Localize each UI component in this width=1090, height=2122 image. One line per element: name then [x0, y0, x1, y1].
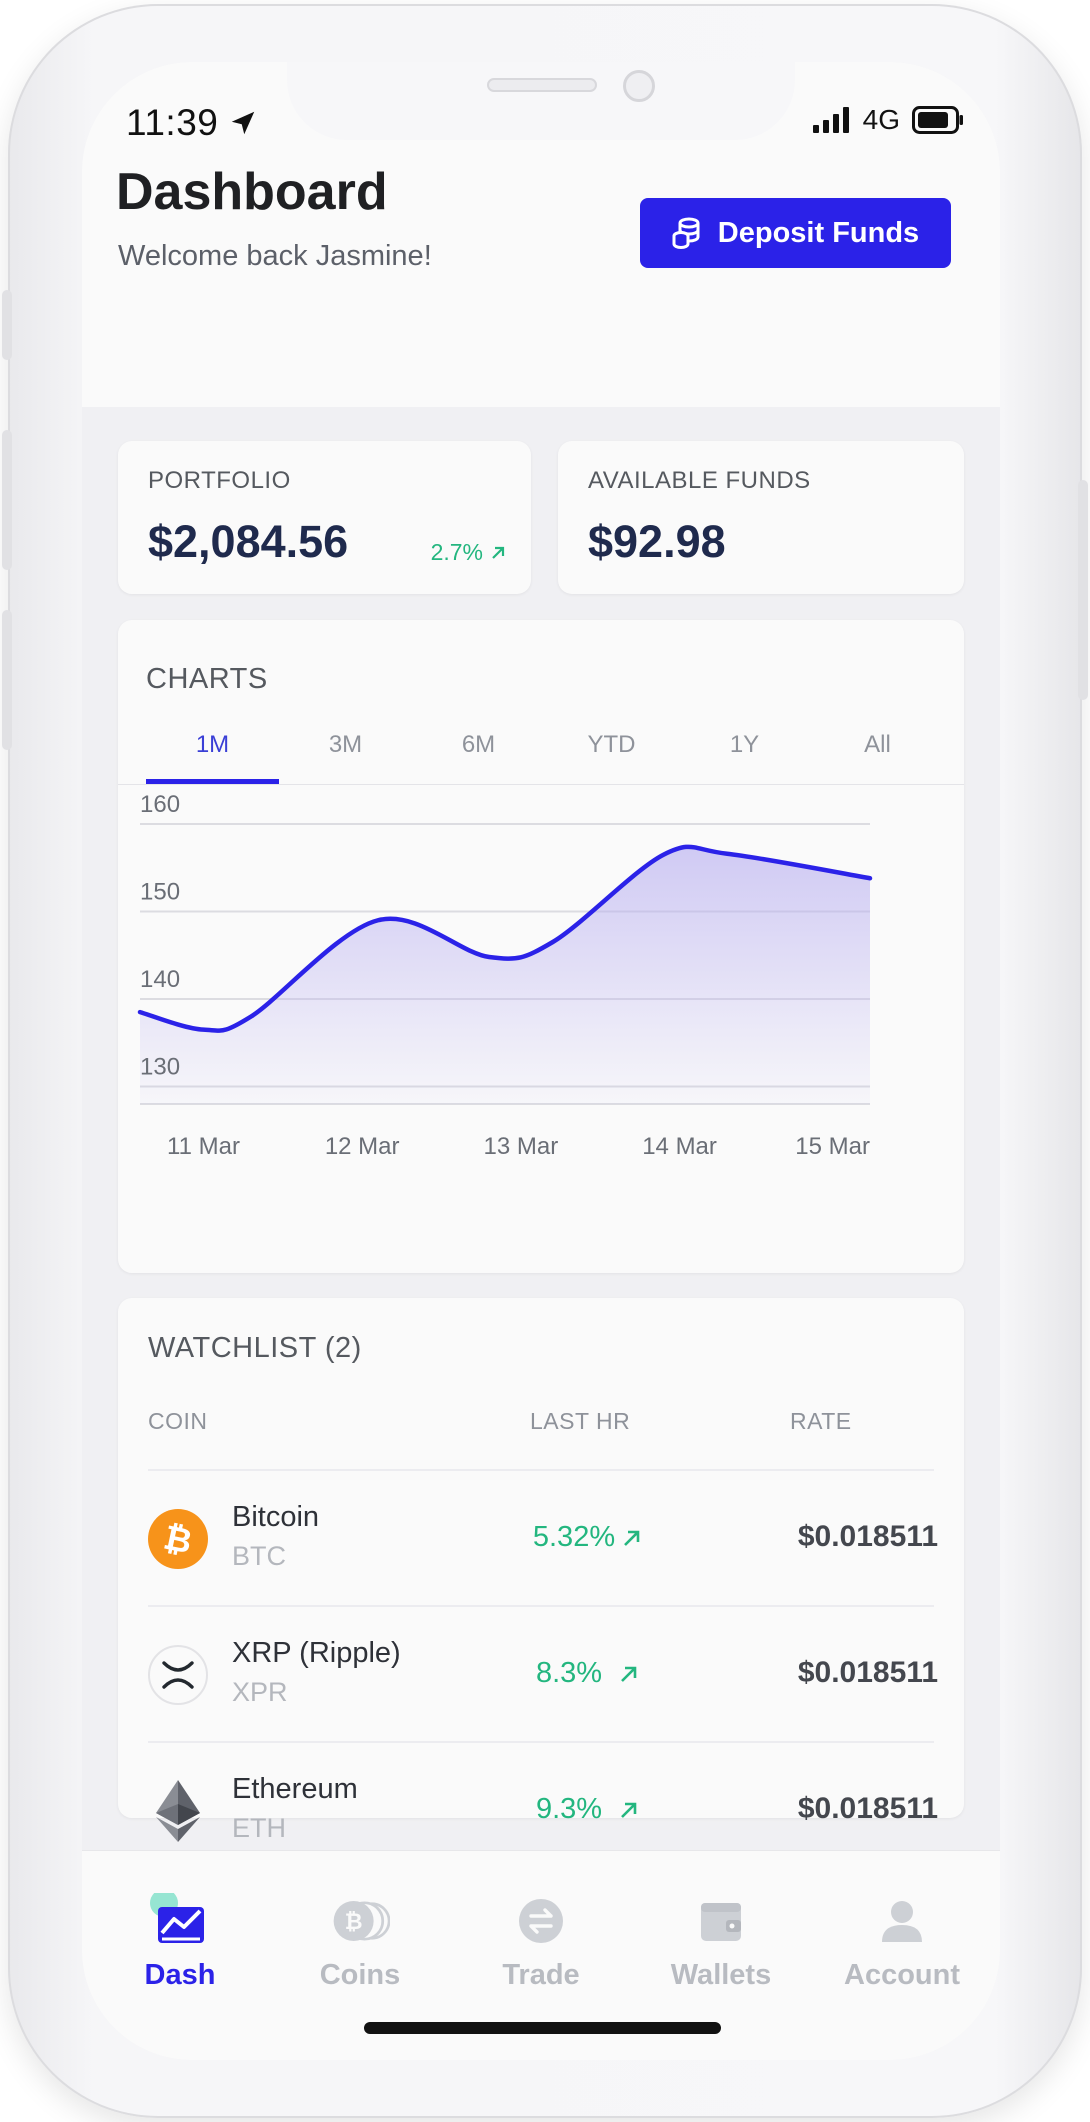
coin-change: 5.32%	[498, 1521, 678, 1554]
x-tick-label: 12 Mar	[325, 1133, 400, 1160]
tab-3m[interactable]: 3M	[279, 723, 412, 781]
ethereum-icon	[148, 1780, 208, 1842]
coin-symbol: XPR	[232, 1677, 288, 1707]
watchlist-card: WATCHLIST (2) COIN LAST HR RATE ₿ Bitcoi…	[118, 1298, 964, 1843]
nav-label-account: Account	[844, 1959, 960, 1991]
tab-6m[interactable]: 6M	[412, 723, 545, 781]
coin-rate: $0.018511	[797, 1656, 938, 1689]
coin-symbol: BTC	[232, 1541, 286, 1571]
side-button-left-3	[2, 610, 12, 750]
bitcoin-icon: ₿	[148, 1509, 208, 1569]
wallet-icon	[691, 1893, 751, 1949]
speaker-grille	[487, 78, 597, 92]
x-tick-label: 14 Mar	[642, 1133, 717, 1160]
nav-item-trade[interactable]: Trade	[461, 1893, 621, 1992]
deposit-funds-button[interactable]: Deposit Funds	[640, 198, 951, 268]
network-label: 4G	[862, 104, 900, 135]
y-tick-label: 150	[140, 879, 180, 906]
status-time: 11:39	[126, 102, 258, 144]
coin-change-text: 5.32%	[532, 1521, 616, 1553]
time-text: 11:39	[126, 102, 219, 143]
signal-icon	[812, 107, 849, 133]
y-tick-label: 160	[140, 791, 180, 818]
price-area	[140, 846, 870, 1104]
nav-label-wallets: Wallets	[670, 1959, 772, 1991]
account-icon	[872, 1893, 932, 1949]
trade-icon	[511, 1893, 571, 1949]
coin-symbol: ETH	[232, 1813, 286, 1843]
tab-all[interactable]: All	[811, 723, 944, 781]
arrow-up-right-icon	[621, 1666, 637, 1682]
xrp-icon	[148, 1645, 208, 1705]
coin-change: 8.3%	[498, 1657, 678, 1690]
dashboard-header: Dashboard Welcome back Jasmine! Deposit …	[82, 163, 1000, 407]
deposit-funds-label: Deposit Funds	[717, 216, 920, 249]
side-button-left-2	[2, 430, 12, 570]
available-funds-value: $92.98	[588, 516, 726, 567]
nav-item-account[interactable]: Account	[822, 1893, 982, 1992]
x-tick-label: 11 Mar	[167, 1133, 240, 1160]
nav-item-dash[interactable]: Dash	[100, 1893, 260, 1992]
nav-item-wallets[interactable]: Wallets	[641, 1893, 801, 1992]
column-header-coin: COIN	[148, 1408, 208, 1434]
app-screen: 11:39 4G Dashboard Welcome back Jasmine!…	[82, 62, 1000, 2060]
column-header-rate: RATE	[790, 1408, 852, 1434]
portfolio-change: 2.7%	[431, 539, 507, 566]
charts-card: CHARTS 1M 3M 6M YTD 1Y All 130 140 150 160 1…	[118, 620, 964, 1273]
chart-range-tabs: 1M 3M 6M YTD 1Y All	[146, 723, 944, 781]
home-indicator	[364, 2022, 721, 2034]
svg-text:₿: ₿	[160, 1518, 195, 1563]
x-tick-label: 13 Mar	[484, 1133, 559, 1160]
nav-label-dash: Dash	[144, 1959, 216, 1991]
side-button-right	[1078, 480, 1088, 700]
coin-rate: $0.018511	[797, 1792, 938, 1825]
svg-text:₿: ₿	[345, 1910, 363, 1935]
available-funds-label: AVAILABLE FUNDS	[588, 467, 811, 494]
portfolio-value: $2,084.56	[148, 516, 349, 567]
coin-name: Bitcoin	[232, 1501, 320, 1533]
arrow-up-right-icon	[492, 546, 505, 559]
coin-name: Ethereum	[232, 1773, 358, 1805]
watchlist-row[interactable]: Ethereum ETH 9.3% $0.018511	[148, 1741, 938, 1843]
y-tick-label: 130	[140, 1054, 180, 1081]
arrow-up-right-icon	[621, 1802, 637, 1818]
location-arrow-icon	[232, 111, 255, 135]
watchlist-row[interactable]: XRP (Ripple) XPR 8.3% $0.018511	[148, 1605, 938, 1740]
portfolio-change-text: 2.7%	[430, 539, 483, 565]
tab-ytd[interactable]: YTD	[545, 723, 678, 781]
tab-1y[interactable]: 1Y	[678, 723, 811, 781]
coin-change-text: 8.3%	[535, 1657, 603, 1689]
coin-change-text: 9.3%	[535, 1793, 603, 1825]
column-header-last-hr: LAST HR	[530, 1408, 631, 1434]
tab-1m[interactable]: 1M	[146, 723, 279, 781]
coin-name: XRP (Ripple)	[232, 1637, 401, 1669]
x-tick-label: 15 Mar	[795, 1133, 870, 1160]
chart-icon	[150, 1893, 210, 1949]
watchlist-title: WATCHLIST (2)	[148, 1332, 362, 1364]
front-camera	[623, 70, 655, 102]
available-funds-card: AVAILABLE FUNDS $92.98	[558, 441, 964, 594]
watchlist-row[interactable]: ₿ Bitcoin BTC 5.32% $0.018511	[148, 1469, 938, 1604]
status-indicators: 4G	[812, 104, 964, 136]
page-title: Dashboard	[116, 163, 388, 221]
coin-change: 9.3%	[498, 1793, 678, 1826]
coin-rate: $0.018511	[797, 1520, 938, 1553]
nav-label-trade: Trade	[502, 1959, 580, 1991]
side-button-left-1	[2, 290, 12, 360]
notch	[287, 62, 795, 140]
coins-stack-icon	[672, 217, 700, 249]
battery-icon	[912, 106, 963, 134]
arrow-up-right-icon	[624, 1530, 640, 1546]
coins-icon: ₿	[330, 1893, 390, 1949]
nav-item-coins[interactable]: ₿ Coins	[280, 1893, 440, 1992]
portfolio-card: PORTFOLIO $2,084.56 2.7%	[118, 441, 531, 594]
charts-title: CHARTS	[146, 663, 268, 695]
portfolio-label: PORTFOLIO	[148, 467, 291, 494]
nav-label-coins: Coins	[319, 1959, 401, 1991]
y-tick-label: 140	[140, 966, 180, 993]
price-chart: 130 140 150 160 11 Mar 12 Mar 13 Mar 14 Mar 15 M…	[137, 791, 873, 1160]
welcome-message: Welcome back Jasmine!	[118, 240, 432, 272]
